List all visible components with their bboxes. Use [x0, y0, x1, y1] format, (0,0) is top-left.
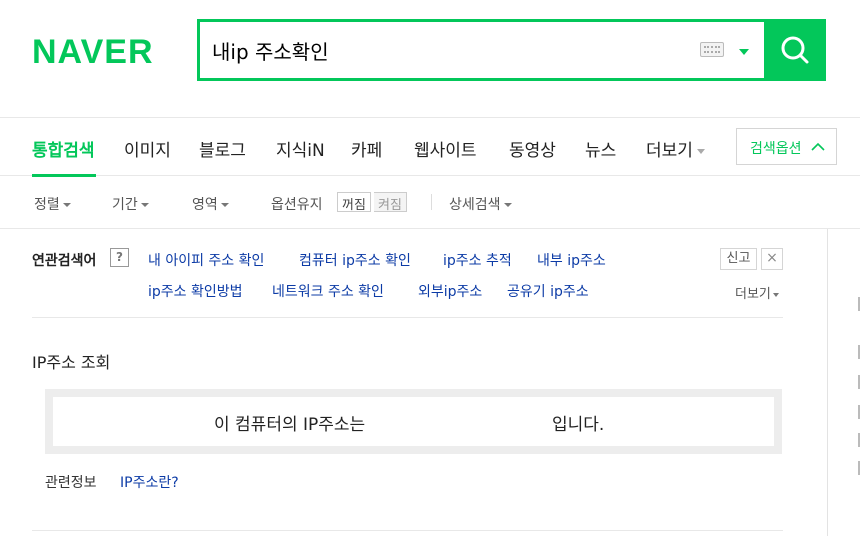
filter-bar: 정렬 기간 영역 옵션유지 상세검색	[0, 176, 860, 229]
detail-search-filter[interactable]: 상세검색	[449, 194, 512, 214]
naver-logo[interactable]: NAVER	[32, 33, 154, 72]
search-button[interactable]	[764, 19, 826, 81]
search-box[interactable]: 내ip 주소확인	[197, 19, 764, 81]
tab-video[interactable]: 동영상	[509, 136, 556, 161]
chevron-down-icon	[696, 148, 705, 154]
what-is-ip-link[interactable]: IP주소란?	[120, 472, 179, 492]
chevron-down-icon	[503, 203, 512, 207]
search-options-label: 검색옵션	[750, 141, 802, 157]
chevron-down-icon	[140, 203, 149, 207]
sort-filter-label: 정렬	[34, 197, 60, 213]
divider	[431, 194, 432, 210]
divider	[32, 530, 783, 531]
related-search-link[interactable]: 내 아이피 주소 확인	[148, 250, 264, 270]
related-more-button[interactable]: 더보기	[735, 283, 779, 302]
keep-option-label: 옵션유지	[271, 197, 323, 213]
autocomplete-toggle-icon[interactable]	[739, 49, 749, 55]
tab-more[interactable]: 더보기	[646, 136, 705, 161]
related-searches-label: 연관검색어	[32, 253, 97, 269]
ip-result-box: 이 컴퓨터의 IP주소는 입니다.	[45, 389, 782, 454]
related-search-link[interactable]: 외부ip주소	[418, 281, 482, 301]
related-search-link[interactable]: 컴퓨터 ip주소 확인	[299, 250, 411, 270]
column-divider	[827, 229, 828, 536]
tab-more-label: 더보기	[646, 141, 693, 161]
related-search-link[interactable]: ip주소 확인방법	[148, 281, 243, 301]
sort-filter[interactable]: 정렬	[34, 194, 71, 214]
tab-kin[interactable]: 지식iN	[276, 136, 325, 161]
area-filter-label: 영역	[192, 197, 218, 213]
area-filter[interactable]: 영역	[192, 194, 229, 214]
ip-result-prefix: 이 컴퓨터의 IP주소는	[214, 415, 366, 435]
tab-website[interactable]: 웹사이트	[414, 136, 477, 161]
search-input[interactable]: 내ip 주소확인	[212, 36, 329, 65]
search-options-button[interactable]: 검색옵션	[736, 128, 837, 165]
related-more-label: 더보기	[735, 287, 771, 302]
period-filter[interactable]: 기간	[112, 194, 149, 214]
keyboard-icon[interactable]	[700, 42, 724, 57]
chevron-down-icon	[772, 292, 779, 297]
ip-lookup-title: IP주소 조회	[32, 353, 111, 372]
related-info-label: 관련정보	[45, 475, 97, 491]
keep-option-on-toggle[interactable]: 켜짐	[374, 192, 407, 213]
related-search-link[interactable]: 내부 ip주소	[537, 250, 606, 270]
side-panel-edge	[855, 229, 860, 536]
chevron-down-icon	[62, 203, 71, 207]
search-icon	[781, 36, 809, 64]
close-icon[interactable]: ×	[761, 248, 783, 270]
tab-blog[interactable]: 블로그	[199, 136, 246, 161]
chevron-up-icon	[811, 142, 825, 151]
tab-images[interactable]: 이미지	[124, 136, 171, 161]
chevron-down-icon	[220, 203, 229, 207]
detail-search-label: 상세검색	[449, 197, 501, 213]
related-search-link[interactable]: 네트워크 주소 확인	[272, 281, 384, 301]
ip-result-inner: 이 컴퓨터의 IP주소는 입니다.	[53, 397, 774, 446]
divider	[32, 317, 783, 318]
tab-cafe[interactable]: 카페	[351, 136, 382, 161]
tab-integrated-search[interactable]: 통합검색	[32, 136, 95, 161]
keep-option-off-toggle[interactable]: 꺼짐	[337, 192, 371, 213]
related-search-link[interactable]: 공유기 ip주소	[507, 281, 589, 301]
report-button[interactable]: 신고	[720, 248, 757, 270]
period-filter-label: 기간	[112, 197, 138, 213]
related-search-link[interactable]: ip주소 추적	[443, 250, 512, 270]
tab-news[interactable]: 뉴스	[585, 136, 616, 161]
help-icon[interactable]: ?	[110, 248, 129, 267]
ip-result-suffix: 입니다.	[552, 415, 605, 435]
vertical-tabs: 통합검색 이미지 블로그 지식iN 카페 웹사이트 동영상 뉴스 더보기 검색옵…	[0, 117, 860, 177]
